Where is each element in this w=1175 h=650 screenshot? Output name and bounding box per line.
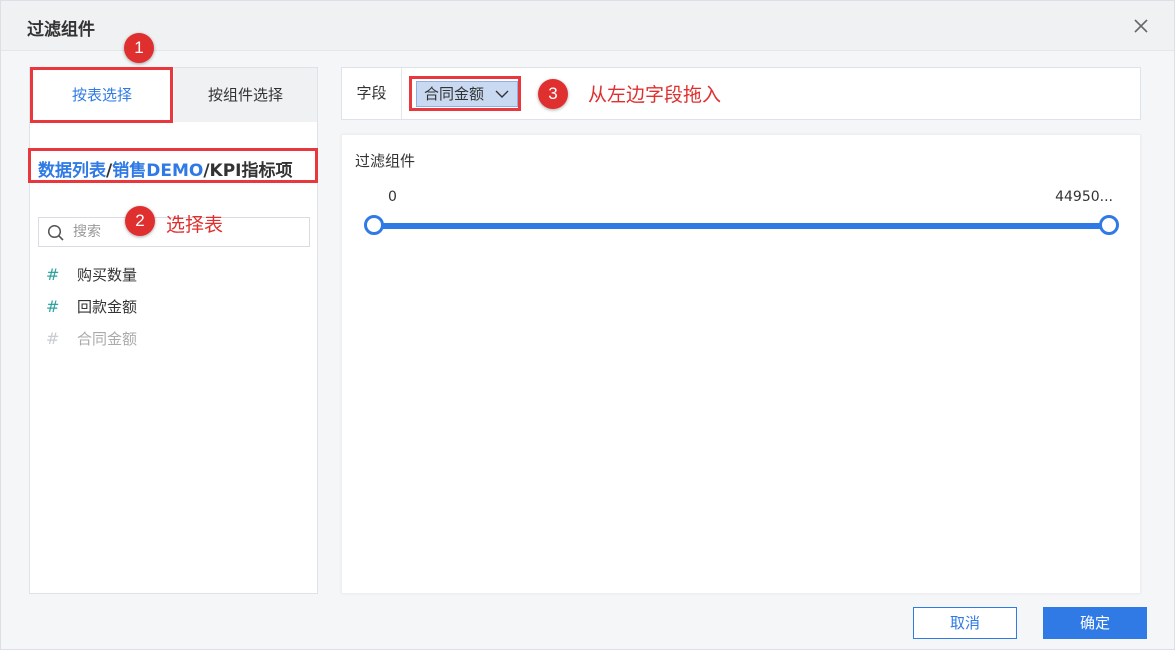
dialog-title: 过滤组件 (27, 20, 95, 40)
annotation-box-tab (30, 67, 173, 123)
field-item-payment-amount[interactable]: # 回款金额 (46, 295, 306, 327)
annotation-marker-3: 3 (538, 79, 568, 109)
confirm-button[interactable]: 确定 (1043, 607, 1147, 639)
field-list: # 购买数量 # 回款金额 # 合同金额 (46, 263, 306, 359)
left-panel: 按表选择 按组件选择 数据列表/销售DEMO/KPI指标项 # 购买数量 # 回… (29, 67, 318, 594)
field-name: 购买数量 (77, 266, 138, 284)
annotation-box-breadcrumb (28, 148, 318, 183)
slider-min-label: 0 (388, 189, 397, 205)
field-name: 回款金额 (77, 298, 138, 316)
range-slider-track[interactable] (374, 223, 1109, 229)
search-icon (47, 224, 64, 241)
range-slider-max-handle[interactable] (1099, 215, 1119, 235)
close-icon[interactable] (1130, 15, 1152, 37)
annotation-marker-2: 2 (125, 206, 155, 236)
slider-max-label: 44950... (1055, 189, 1113, 205)
field-item-contract-amount[interactable]: # 合同金额 (46, 327, 306, 359)
filter-preview: 过滤组件 0 44950... (341, 134, 1141, 594)
number-field-icon: # (46, 297, 60, 316)
annotation-text-2: 选择表 (166, 214, 224, 236)
tab-select-by-component[interactable]: 按组件选择 (174, 68, 317, 122)
range-slider-min-handle[interactable] (364, 215, 384, 235)
dialog-header: 过滤组件 (1, 1, 1174, 51)
number-field-icon: # (46, 265, 60, 284)
annotation-text-3: 从左边字段拖入 (588, 84, 722, 106)
field-bar-label: 字段 (342, 68, 402, 119)
preview-title: 过滤组件 (355, 152, 416, 170)
annotation-marker-1: 1 (124, 33, 154, 63)
field-item-purchase-quantity[interactable]: # 购买数量 (46, 263, 306, 295)
number-field-icon: # (46, 329, 60, 348)
annotation-box-field-chip (409, 76, 521, 111)
field-name: 合同金额 (77, 330, 138, 348)
cancel-button[interactable]: 取消 (913, 607, 1017, 639)
